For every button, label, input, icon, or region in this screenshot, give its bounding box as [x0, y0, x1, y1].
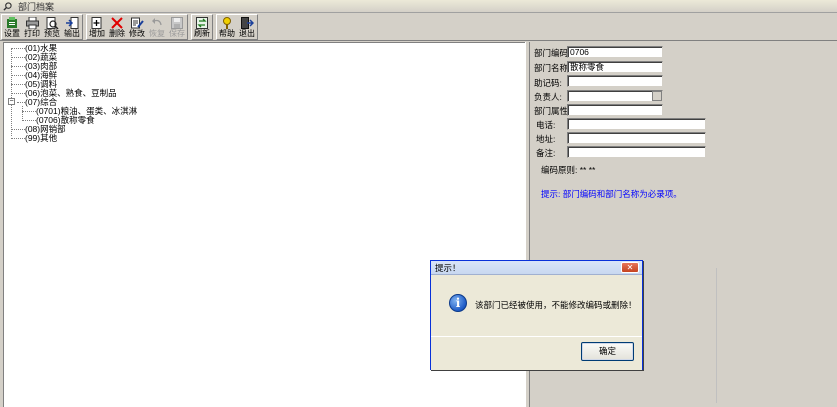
tree-root-line — [11, 48, 12, 136]
settings-button[interactable]: 设置 — [2, 15, 22, 39]
preview-button-label: 预览 — [44, 29, 60, 38]
tree-connector — [22, 120, 36, 121]
tree-connector — [11, 66, 25, 67]
ok-button[interactable]: 确定 — [581, 342, 634, 361]
search-icon — [3, 1, 12, 11]
refresh-button-label: 刷新 — [194, 29, 210, 38]
tree-connector — [17, 102, 25, 103]
exit-button-label: 退出 — [239, 29, 255, 38]
manager-field[interactable] — [567, 90, 663, 102]
exit-button[interactable]: 退出 — [237, 15, 257, 39]
dialog-title: 提示！ — [435, 262, 461, 273]
exit-icon — [240, 16, 254, 29]
tree-connector — [22, 111, 36, 112]
tree-connector — [11, 138, 25, 139]
tree-connector — [11, 48, 25, 49]
delete-icon — [110, 16, 124, 29]
undo-icon — [150, 16, 164, 29]
toolbar: 设置 打印 预览 输出 增加 删除 修改 恢复 保存 刷新 帮助 退出 — [0, 13, 837, 41]
delete-button-label: 删除 — [109, 29, 125, 38]
mnemonic-label: 助记码: — [534, 78, 562, 88]
tree-connector — [11, 129, 25, 130]
address-label: 地址: — [536, 134, 556, 144]
refresh-icon — [195, 16, 209, 29]
preview-icon — [45, 16, 59, 29]
export-icon — [65, 16, 79, 29]
settings-button-label: 设置 — [4, 29, 20, 38]
settings-icon — [5, 16, 19, 29]
required-hint: 提示: 部门编码和部门名称为必录项。 — [541, 189, 682, 199]
undo-button-label: 恢复 — [149, 29, 165, 38]
save-icon — [170, 16, 184, 29]
dialog-body: i 该部门已经被使用，不能修改编码或删除！ 确定 — [431, 276, 642, 370]
manager-lookup-button[interactable] — [652, 91, 662, 101]
note-field[interactable] — [567, 146, 706, 158]
undo-button[interactable]: 恢复 — [147, 15, 167, 39]
refresh-button[interactable]: 刷新 — [192, 15, 212, 39]
code-field[interactable]: 0706 — [567, 46, 663, 58]
close-icon[interactable]: ✕ — [621, 262, 639, 273]
dialog-message: 该部门已经被使用，不能修改编码或删除！ — [475, 300, 637, 310]
export-button-label: 输出 — [64, 29, 80, 38]
mnemonic-field[interactable] — [567, 75, 663, 87]
tree-connector — [11, 93, 25, 94]
edit-icon — [130, 16, 144, 29]
edit-button[interactable]: 修改 — [127, 15, 147, 39]
manager-label: 负责人: — [534, 92, 562, 102]
code-label: 部门编码 — [534, 48, 569, 58]
window-titlebar: 部门档案 — [0, 0, 837, 13]
message-dialog: 提示！ ✕ i 该部门已经被使用，不能修改编码或删除！ 确定 — [430, 260, 643, 370]
export-button[interactable]: 输出 — [62, 15, 82, 39]
add-button-label: 增加 — [89, 29, 105, 38]
name-field[interactable]: 散称零食 — [567, 61, 663, 73]
toolbar-group-help: 帮助 退出 — [216, 14, 258, 40]
add-button[interactable]: 增加 — [87, 15, 107, 39]
toolbar-group-refresh: 刷新 — [191, 14, 213, 40]
tree-connector — [11, 57, 25, 58]
save-button[interactable]: 保存 — [167, 15, 187, 39]
print-button[interactable]: 打印 — [22, 15, 42, 39]
note-label: 备注: — [536, 148, 556, 158]
save-button-label: 保存 — [169, 29, 185, 38]
preview-button[interactable]: 预览 — [42, 15, 62, 39]
dialog-titlebar[interactable]: 提示！ ✕ — [431, 261, 642, 275]
edit-button-label: 修改 — [129, 29, 145, 38]
tree-item[interactable]: (99)其他 — [25, 134, 57, 143]
window-title: 部门档案 — [18, 1, 55, 12]
print-button-label: 打印 — [24, 29, 40, 38]
tree-connector — [11, 84, 25, 85]
code-rule-text: 编码原则: ** ** — [541, 165, 596, 175]
delete-button[interactable]: 删除 — [107, 15, 127, 39]
address-field[interactable] — [567, 132, 706, 144]
attr-field[interactable] — [567, 104, 663, 116]
collapse-toggle[interactable]: − — [8, 98, 15, 105]
help-button-label: 帮助 — [219, 29, 235, 38]
tree-connector — [11, 75, 25, 76]
help-icon — [220, 16, 234, 29]
phone-field[interactable] — [567, 118, 706, 130]
attr-label: 部门属性: — [534, 106, 571, 116]
phone-label: 电话: — [536, 120, 556, 130]
add-icon — [90, 16, 104, 29]
tree-child-line — [22, 106, 23, 119]
toolbar-group-edit: 增加 删除 修改 恢复 保存 — [86, 14, 188, 40]
name-label: 部门名称 — [534, 63, 569, 73]
help-button[interactable]: 帮助 — [217, 15, 237, 39]
info-icon: i — [449, 294, 467, 312]
print-icon — [25, 16, 39, 29]
toolbar-group-file: 设置 打印 预览 输出 — [1, 14, 83, 40]
divider — [716, 268, 717, 403]
